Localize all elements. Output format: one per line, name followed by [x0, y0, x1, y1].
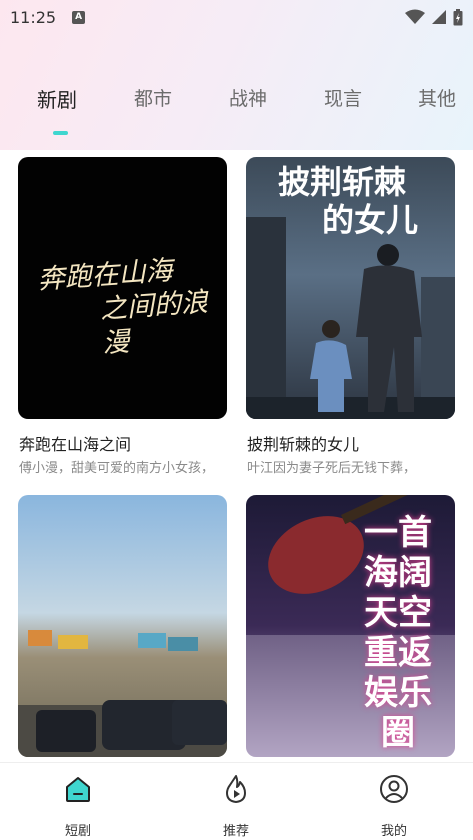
tab-urban[interactable]: 都市: [134, 84, 172, 111]
category-tabs: 新剧 都市 战神 现言 其他: [0, 84, 473, 135]
poster-title-art: 披荆斩棘 的女儿: [278, 163, 418, 239]
drama-poster[interactable]: 一首海阔天空 重返娱乐圈: [246, 495, 455, 757]
nav-item-mine[interactable]: 我的: [354, 773, 434, 839]
poster-title-line: 之间的浪漫: [98, 286, 209, 360]
active-tab-indicator: [53, 131, 68, 135]
drama-poster[interactable]: 奔跑在山海 之间的浪漫: [18, 157, 227, 419]
status-icons: [405, 8, 463, 26]
drama-card[interactable]: 奔跑在山海 之间的浪漫 奔跑在山海之间 傅小漫，甜美可爱的南方小女孩，: [18, 157, 227, 476]
notification-badge-icon: A: [72, 10, 86, 24]
drama-title: 披荆斩棘的女儿: [247, 435, 360, 454]
flame-play-icon: [226, 775, 246, 803]
nav-item-recommend[interactable]: 推荐: [196, 773, 276, 839]
signal-icon: [432, 10, 446, 24]
battery-icon: [453, 8, 463, 25]
poster-title-art: 一首海阔天空 重返娱乐圈: [353, 513, 443, 753]
poster-scene-image: [18, 630, 227, 757]
nav-label: 短剧: [64, 824, 91, 839]
drama-description: 傅小漫，甜美可爱的南方小女孩，: [19, 461, 215, 476]
poster-title-line: 的女儿: [322, 201, 419, 239]
tab-war-god[interactable]: 战神: [229, 84, 267, 111]
drama-poster[interactable]: [18, 495, 227, 757]
drama-poster[interactable]: 披荆斩棘 的女儿: [246, 157, 455, 419]
poster-title-line: 重返娱乐圈: [364, 633, 432, 753]
status-bar: 11:25 A: [0, 0, 473, 34]
tab-modern-romance[interactable]: 现言: [324, 84, 362, 111]
nav-item-short-drama[interactable]: 短剧: [38, 773, 118, 839]
drama-description: 叶江因为妻子死后无钱下葬，: [247, 461, 417, 476]
nav-label: 我的: [380, 824, 407, 839]
tab-new-drama[interactable]: 新剧: [37, 84, 77, 113]
profile-icon: [380, 775, 408, 803]
poster-title-line: 披荆斩棘: [278, 163, 407, 201]
bottom-navigation: 短剧 推荐 我的: [0, 762, 473, 840]
drama-card[interactable]: 一首海阔天空 重返娱乐圈: [246, 495, 455, 757]
wifi-icon: [405, 9, 425, 24]
home-icon: [66, 777, 90, 802]
nav-label: 推荐: [222, 824, 249, 839]
drama-title: 奔跑在山海之间: [19, 435, 132, 454]
tab-other[interactable]: 其他: [418, 84, 456, 111]
poster-title-line: 一首海阔天空: [364, 513, 432, 633]
drama-card[interactable]: 披荆斩棘 的女儿 披荆斩棘的女儿 叶江因为妻子死后无钱下葬，: [246, 157, 455, 476]
drama-card[interactable]: [18, 495, 227, 757]
poster-title-art: 奔跑在山海 之间的浪漫: [37, 251, 227, 366]
status-time: 11:25: [10, 7, 57, 27]
